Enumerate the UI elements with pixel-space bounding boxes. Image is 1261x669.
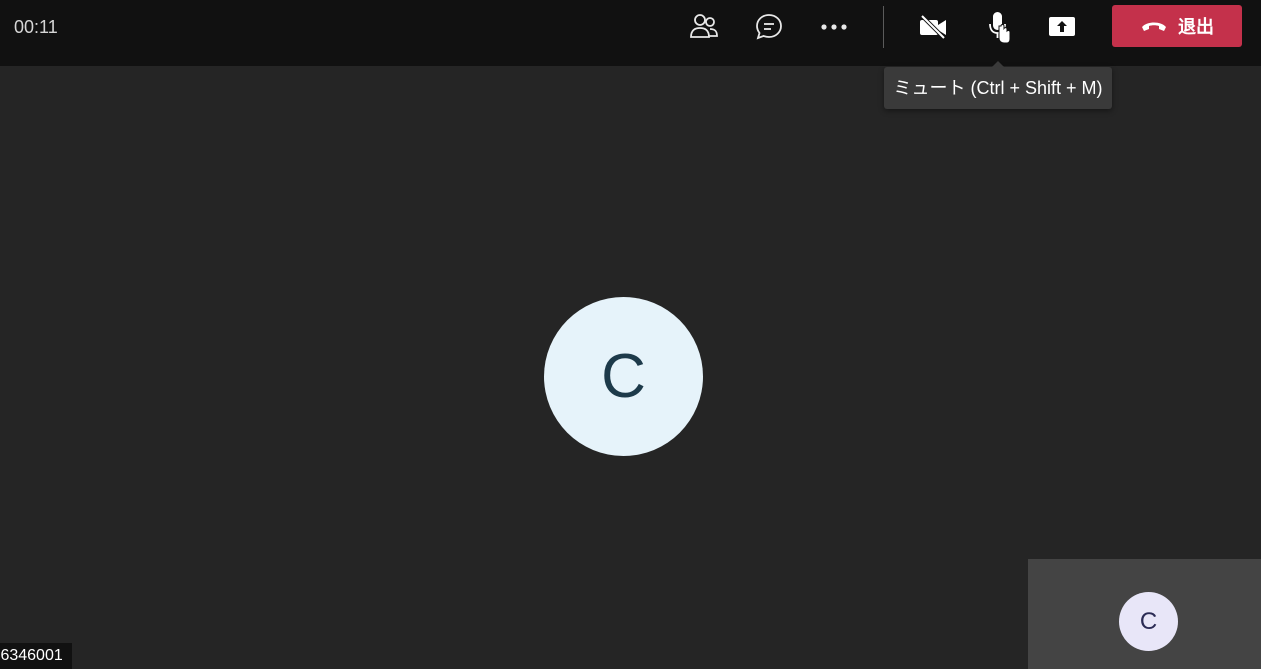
phone-hangup-icon [1140, 19, 1168, 33]
toolbar-divider [883, 6, 884, 48]
leave-label: 退出 [1178, 17, 1214, 37]
more-icon [820, 23, 848, 31]
chat-button[interactable] [745, 8, 793, 46]
share-screen-icon [1047, 15, 1077, 39]
microphone-icon [985, 10, 1011, 44]
participant-avatar: C [544, 297, 703, 456]
call-toolbar: 00:11 退出 [0, 0, 1261, 66]
people-icon [689, 13, 719, 41]
participants-button[interactable] [680, 8, 728, 46]
self-view-tile[interactable]: C [1028, 559, 1261, 669]
call-timer: 00:11 [14, 17, 58, 37]
chat-icon [754, 12, 784, 42]
mute-tooltip: ミュート (Ctrl + Shift + M) [884, 61, 1112, 109]
camera-toggle-button[interactable] [909, 8, 957, 46]
more-options-button[interactable] [810, 8, 858, 46]
share-screen-button[interactable] [1038, 8, 1086, 46]
camera-off-icon [918, 14, 948, 40]
mute-button[interactable] [974, 8, 1022, 46]
self-avatar: C [1119, 592, 1178, 651]
leave-button[interactable]: 退出 [1112, 5, 1242, 47]
meeting-id-label: :6346001 [0, 643, 72, 669]
